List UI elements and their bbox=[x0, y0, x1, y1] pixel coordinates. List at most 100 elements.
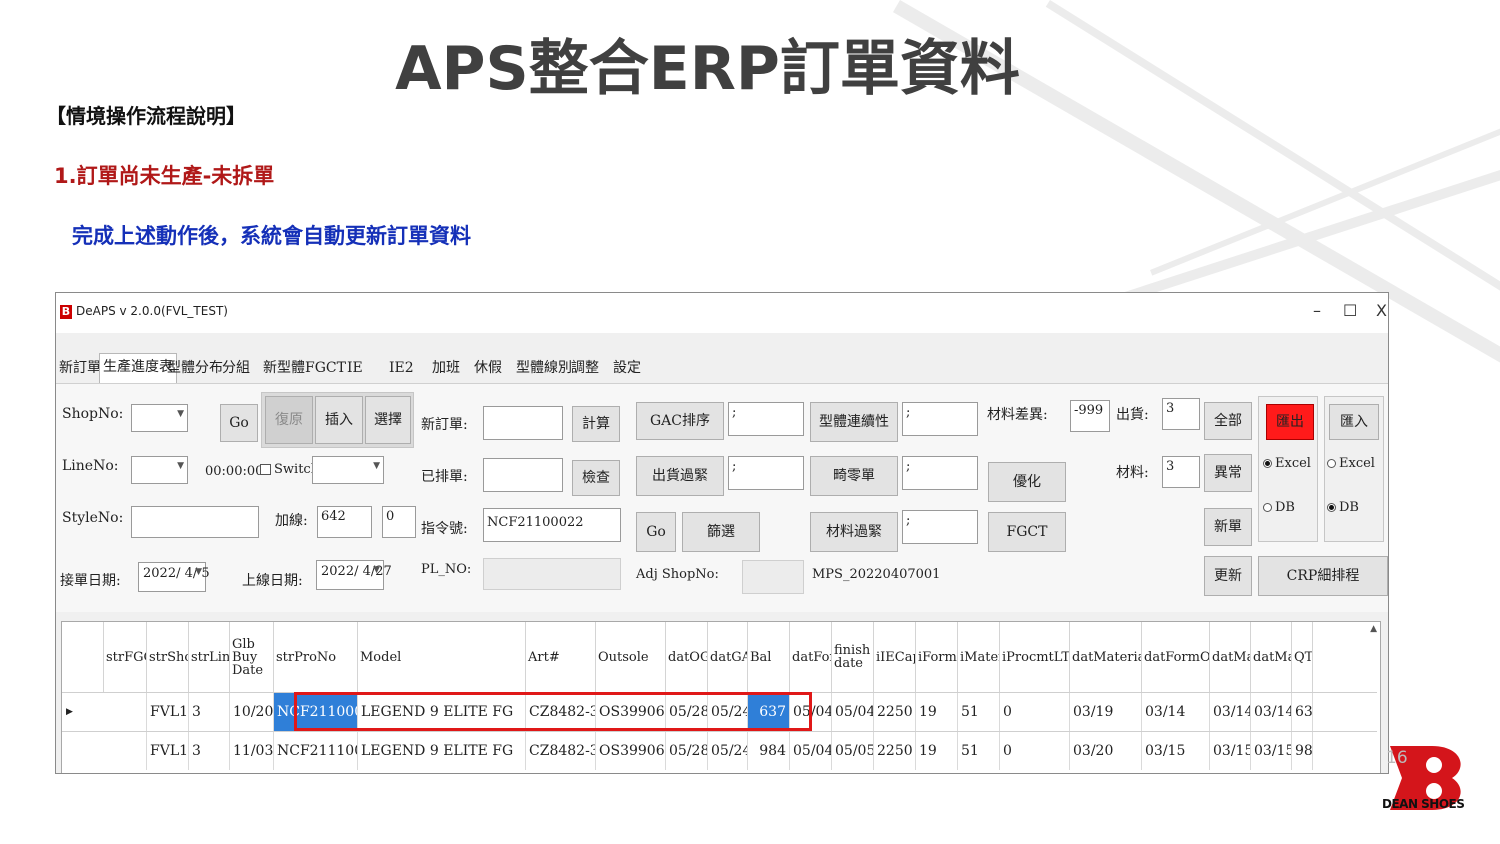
shipment-input[interactable]: 3 bbox=[1162, 398, 1200, 430]
table-cell[interactable]: OS399065-1 bbox=[596, 693, 666, 731]
table-cell[interactable]: NCF21100022 bbox=[274, 693, 358, 731]
table-cell[interactable]: 51 bbox=[958, 693, 1000, 731]
check-button[interactable]: 檢查 bbox=[572, 460, 620, 496]
table-cell[interactable]: OS399065-1 bbox=[596, 732, 666, 770]
filter-button[interactable]: 篩選 bbox=[682, 512, 760, 552]
table-cell[interactable]: 2250 bbox=[874, 732, 916, 770]
adj-shopno-input[interactable] bbox=[742, 560, 804, 594]
column-header[interactable]: datMate bbox=[1210, 622, 1251, 692]
table-cell[interactable]: 05/24 bbox=[708, 693, 748, 731]
table-row[interactable]: FVL1311/03NCF21110055LEGEND 9 ELITE FGCZ… bbox=[62, 731, 1377, 770]
tab-style-line[interactable]: 型體線別 bbox=[516, 355, 572, 381]
optimize-button[interactable]: 優化 bbox=[988, 462, 1066, 502]
fragment-input[interactable]: ; bbox=[902, 456, 978, 490]
table-cell[interactable]: CZ8482-343 bbox=[526, 693, 596, 731]
table-cell[interactable]: 11/03 bbox=[230, 732, 274, 770]
table-cell[interactable]: LEGEND 9 ELITE FG bbox=[358, 732, 526, 770]
column-header[interactable]: Bal bbox=[748, 622, 790, 692]
gac-sort-input[interactable]: ; bbox=[728, 402, 804, 436]
styleno-input[interactable] bbox=[131, 506, 259, 538]
table-cell[interactable]: 0 bbox=[1000, 693, 1070, 731]
table-cell[interactable]: 19 bbox=[916, 693, 958, 731]
column-header[interactable]: Glb Buy Date bbox=[230, 622, 274, 692]
tab-ie[interactable]: IE bbox=[347, 355, 363, 381]
table-cell[interactable]: FVL1 bbox=[147, 693, 189, 731]
style-continuity-input[interactable]: ; bbox=[902, 402, 978, 436]
crp-schedule-button[interactable]: CRP細排程 bbox=[1258, 556, 1388, 596]
material-input[interactable]: 3 bbox=[1162, 456, 1200, 488]
scheduled-input[interactable] bbox=[483, 458, 563, 492]
table-cell[interactable]: 984 bbox=[748, 732, 790, 770]
column-header[interactable]: iProcmtLT bbox=[1000, 622, 1070, 692]
fragment-button[interactable]: 畸零單 bbox=[810, 456, 898, 496]
tab-production-progress[interactable]: 生產進度表 bbox=[99, 353, 177, 384]
maximize-icon[interactable]: ☐ bbox=[1343, 301, 1357, 320]
table-cell[interactable]: 10/20 bbox=[230, 693, 274, 731]
extra-line-input-2[interactable]: 0 bbox=[382, 506, 416, 538]
table-cell[interactable]: 05/04 bbox=[790, 732, 832, 770]
export-db-radio[interactable]: DB bbox=[1263, 500, 1295, 515]
new-order-button[interactable]: 新單 bbox=[1204, 508, 1252, 546]
table-cell[interactable]: 637 bbox=[1292, 693, 1313, 731]
receive-date-picker[interactable]: 2022/ 4/ 5 ▼ bbox=[138, 562, 210, 592]
column-header[interactable]: iFormDa bbox=[916, 622, 958, 692]
material-filter-input[interactable]: ; bbox=[902, 510, 978, 544]
table-cell[interactable]: 3 bbox=[189, 732, 230, 770]
column-header[interactable]: Model bbox=[358, 622, 526, 692]
column-header[interactable]: datForm bbox=[790, 622, 832, 692]
style-continuity-button[interactable]: 型體連續性 bbox=[810, 402, 898, 442]
table-cell[interactable]: 19 bbox=[916, 732, 958, 770]
column-header[interactable]: iIECapa bbox=[874, 622, 916, 692]
shopno-select[interactable]: ▼ bbox=[131, 404, 188, 432]
column-header[interactable]: strShopN bbox=[147, 622, 189, 692]
table-cell[interactable]: LEGEND 9 ELITE FG bbox=[358, 693, 526, 731]
ship-filter-button[interactable]: 出貨過緊 bbox=[636, 456, 724, 496]
column-header[interactable]: strProNo bbox=[274, 622, 358, 692]
import-button[interactable]: 匯入 bbox=[1329, 404, 1379, 440]
table-cell[interactable]: 03/14 bbox=[1142, 693, 1210, 731]
close-icon[interactable]: X bbox=[1376, 301, 1387, 320]
table-cell[interactable] bbox=[104, 693, 147, 731]
column-header[interactable]: datMaterialOn bbox=[1251, 622, 1292, 692]
table-cell[interactable]: 03/15 bbox=[1142, 732, 1210, 770]
column-header[interactable]: QTy bbox=[1292, 622, 1313, 692]
column-header[interactable] bbox=[62, 622, 104, 692]
abnormal-button[interactable]: 異常 bbox=[1204, 454, 1252, 492]
table-cell[interactable]: 05/28 bbox=[666, 693, 708, 731]
tab-new-order[interactable]: 新訂單 bbox=[59, 355, 101, 381]
table-row[interactable]: ▶ FVL1310/20NCF21100022LEGEND 9 ELITE FGC… bbox=[62, 692, 1377, 731]
column-header[interactable]: datFormOnLin bbox=[1142, 622, 1210, 692]
new-order-input[interactable] bbox=[483, 406, 563, 440]
table-cell[interactable]: FVL1 bbox=[147, 732, 189, 770]
calculate-button[interactable]: 計算 bbox=[572, 406, 620, 442]
table-cell[interactable]: 03/19 bbox=[1070, 693, 1142, 731]
material-filter-button[interactable]: 材料過緊 bbox=[810, 512, 898, 552]
table-cell[interactable]: 3 bbox=[189, 693, 230, 731]
tab-overtime[interactable]: 加班 bbox=[432, 355, 460, 381]
table-cell[interactable]: 05/05 bbox=[832, 732, 874, 770]
export-excel-radio[interactable]: Excel bbox=[1263, 456, 1311, 471]
tab-settings[interactable]: 設定 bbox=[613, 355, 641, 381]
tab-fgct[interactable]: FGCT bbox=[305, 355, 346, 381]
all-button[interactable]: 全部 bbox=[1204, 402, 1252, 440]
table-cell[interactable] bbox=[104, 732, 147, 770]
table-cell[interactable]: 984 bbox=[1292, 732, 1313, 770]
tab-style-distribution[interactable]: 型體分布 bbox=[167, 355, 223, 381]
go-filter-button[interactable]: Go bbox=[636, 512, 676, 552]
tab-new-style[interactable]: 新型體 bbox=[263, 355, 305, 381]
column-header[interactable]: iMateria bbox=[958, 622, 1000, 692]
table-cell[interactable]: 03/14 bbox=[1210, 693, 1251, 731]
table-cell[interactable]: 05/04 bbox=[790, 693, 832, 731]
column-header[interactable]: Art# bbox=[526, 622, 596, 692]
minimize-icon[interactable]: – bbox=[1313, 301, 1321, 320]
table-cell[interactable]: 03/15 bbox=[1210, 732, 1251, 770]
table-cell[interactable]: 05/04 bbox=[832, 693, 874, 731]
fgct-button[interactable]: FGCT bbox=[988, 512, 1066, 552]
switch-select[interactable]: ▼ bbox=[312, 456, 384, 484]
select-button[interactable]: 選擇 bbox=[365, 396, 411, 444]
lineno-select[interactable]: ▼ bbox=[131, 456, 188, 484]
tab-adjust[interactable]: 調整 bbox=[571, 355, 599, 381]
column-header[interactable]: strLineNo bbox=[189, 622, 230, 692]
table-cell[interactable]: 2250 bbox=[874, 693, 916, 731]
table-cell[interactable]: 03/20 bbox=[1070, 732, 1142, 770]
